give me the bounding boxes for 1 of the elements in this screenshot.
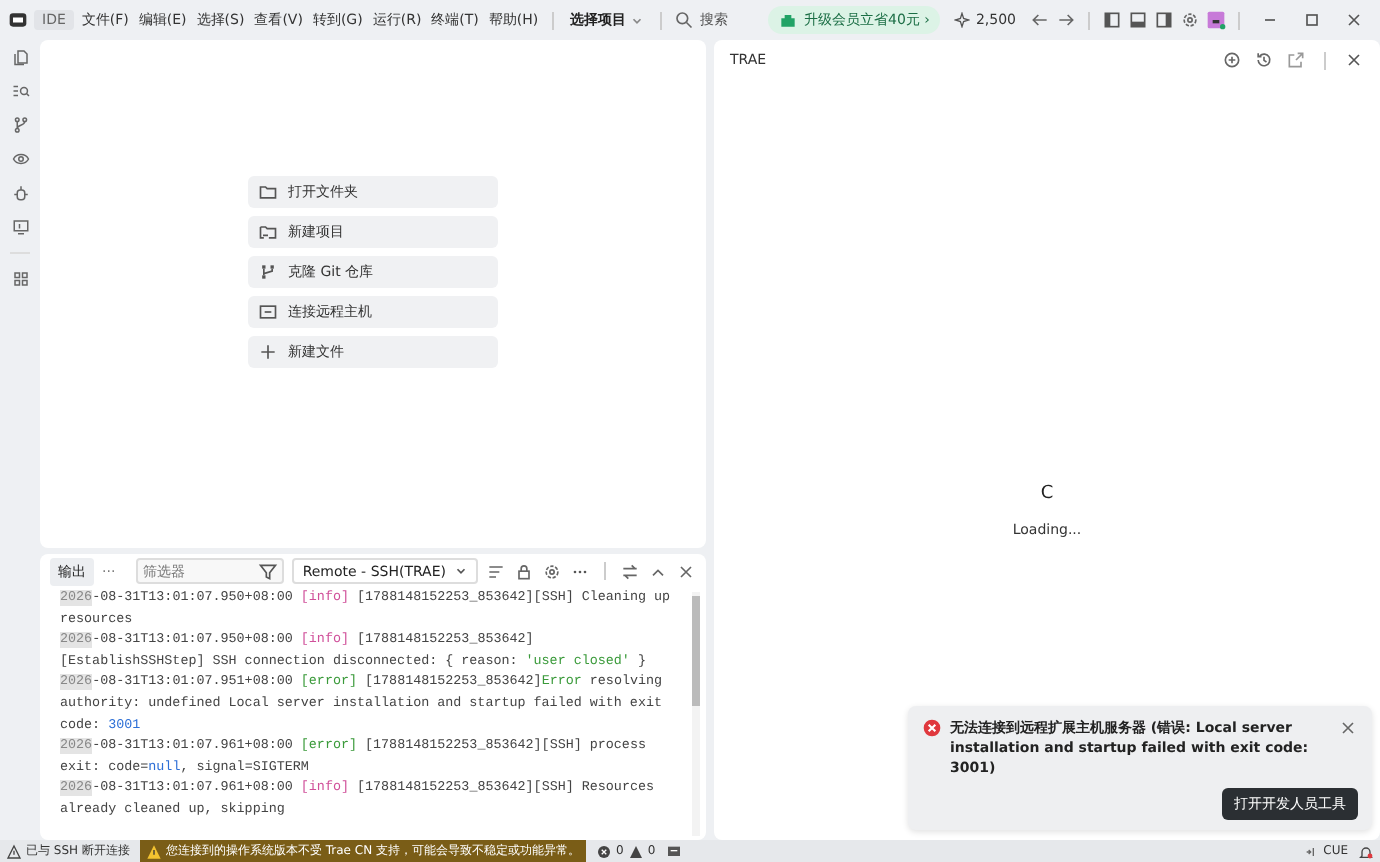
loading-logo: C: [1040, 483, 1054, 503]
